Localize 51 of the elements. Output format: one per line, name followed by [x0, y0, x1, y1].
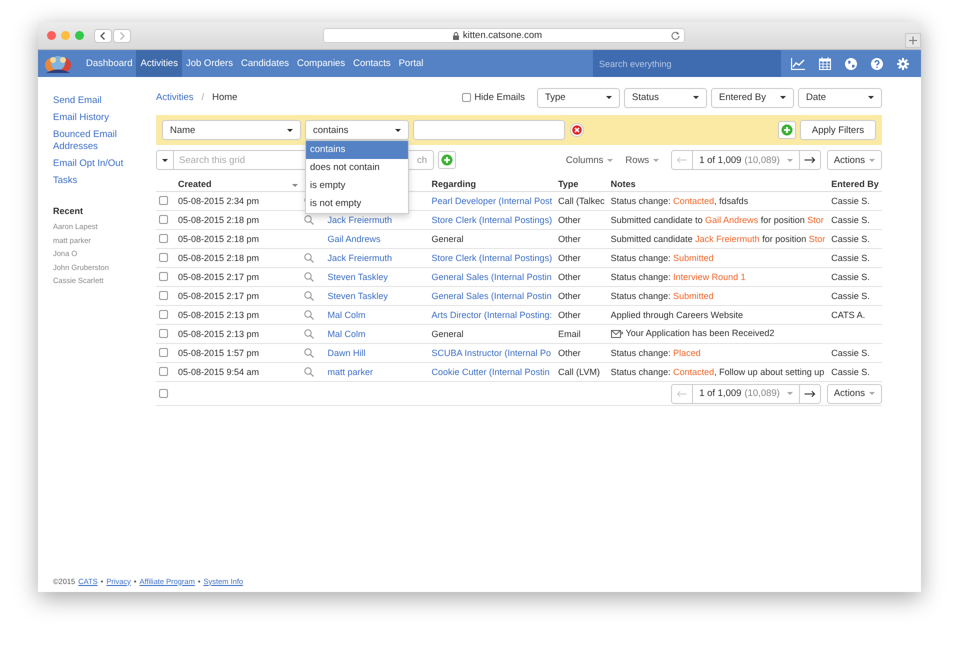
table-cell: Cassie S. [831, 253, 870, 263]
table-cell: General [432, 329, 464, 339]
table-cell: Cassie S. [831, 367, 870, 377]
table-cell: Other [558, 272, 581, 282]
notes-cell: Status change: Submitted [610, 291, 714, 301]
table-cell: Cassie S. [831, 196, 870, 206]
table-cell: CATS A. [831, 310, 866, 320]
notes-cell: Status change: Interview Round 1 [610, 272, 746, 282]
table-cell: Other [558, 215, 581, 225]
table-cell: 05-08-2015 2:18 pm [178, 253, 260, 263]
notes-cell: Applied through Careers Website [610, 310, 744, 320]
column-header: Type [558, 178, 578, 188]
table-cell: Other [558, 234, 581, 244]
table-cell: Call (LVM) [558, 367, 600, 377]
checkbox-label: Hide Emails [474, 92, 525, 103]
table-cell: 05-08-2015 2:18 pm [178, 234, 260, 244]
notes-cell: Status change: Submitted [610, 253, 714, 263]
breadcrumb-current: Home [212, 92, 238, 103]
table-cell: Cassie S. [831, 272, 870, 282]
breadcrumb-separator: / [201, 92, 204, 103]
table-cell: Other [558, 310, 581, 320]
column-header: Regarding [432, 178, 476, 188]
table-cell: Email [558, 329, 581, 339]
table-cell: Other [558, 253, 581, 263]
table-cell: 05-08-2015 2:17 pm [178, 272, 260, 282]
notes-cell: Status change: Contacted, fdsafds [610, 196, 748, 206]
table-cell: 05-08-2015 9:54 am [178, 367, 260, 377]
table-cell: Cassie S. [831, 234, 870, 244]
table-cell: Call (Talkec [558, 196, 605, 206]
column-header: Notes [610, 178, 636, 188]
table-cell: Cassie S. [831, 348, 870, 358]
table-cell: 05-08-2015 2:17 pm [178, 291, 260, 301]
notes-cell: Your Application has been Received2 [626, 328, 774, 338]
table-cell: 05-08-2015 2:18 pm [178, 215, 260, 225]
notes-cell: Status change: Placed [610, 348, 701, 358]
notes-cell: Submitted candidate Jack Freiermuth for position Stor [610, 234, 826, 244]
table-cell: 05-08-2015 2:34 pm [178, 196, 260, 206]
url-text: kitten.catsone.com [462, 30, 542, 41]
column-header: Entered By [831, 178, 879, 188]
section-heading: Recent [53, 206, 84, 216]
notes-cell: Submitted candidate to Gail Andrews for position Stor [610, 215, 824, 225]
table-cell: 05-08-2015 1:57 pm [178, 348, 260, 358]
table-cell: Other [558, 348, 581, 358]
table-cell: General [432, 234, 464, 244]
notes-cell: Status change: Contacted, Follow up about setting up [610, 367, 824, 377]
table-cell: 05-08-2015 2:13 pm [178, 310, 260, 320]
table-cell: Cassie S. [831, 291, 870, 301]
table-cell: Cassie S. [831, 215, 870, 225]
table-cell: 05-08-2015 2:13 pm [178, 329, 260, 339]
table-cell: Other [558, 291, 581, 301]
column-header: Created [178, 178, 212, 188]
